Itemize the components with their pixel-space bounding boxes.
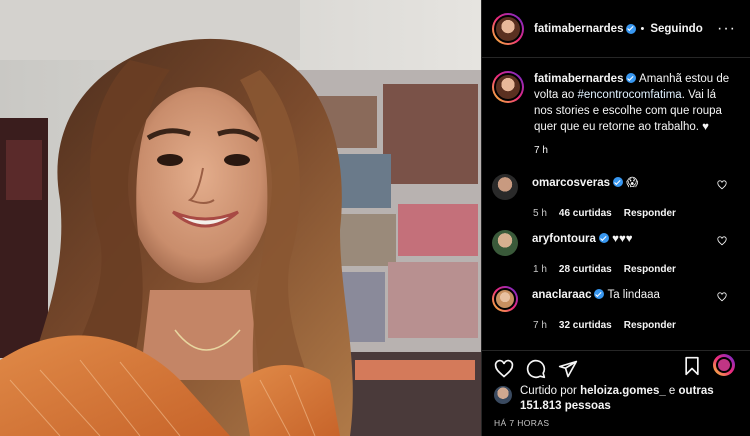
comment-meta: 1 h 28 curtidas Responder xyxy=(533,264,750,275)
likes-summary: Curtido por heloiza.gomes_ e outras 151.… xyxy=(482,384,750,414)
more-options-icon[interactable]: ··· xyxy=(717,20,736,38)
comment-meta: 5 h 46 curtidas Responder xyxy=(533,208,750,219)
likes-text: Curtido por heloiza.gomes_ e outras 151.… xyxy=(520,384,720,414)
comment-item: anaclaraac Ta lindaaa 7 h 32 curtidas Re… xyxy=(482,286,750,331)
verified-badge-icon xyxy=(598,233,609,243)
comment-bubble-icon[interactable] xyxy=(526,359,546,379)
commenter-avatar[interactable] xyxy=(492,286,518,312)
commenter-avatar[interactable] xyxy=(492,230,518,256)
comment-text: omarcosveras 😱 xyxy=(532,174,638,200)
commenter-username[interactable]: anaclaraac xyxy=(532,289,591,301)
action-icons xyxy=(482,354,750,384)
comment-text: aryfontoura ♥♥♥ xyxy=(532,230,633,256)
comment-body: ♥♥♥ xyxy=(612,233,633,245)
hashtag-link[interactable]: #encontrocomfatima xyxy=(577,89,681,101)
following-button[interactable]: Seguindo xyxy=(650,23,702,35)
liker-avatar[interactable] xyxy=(494,386,512,404)
save-bookmark-icon[interactable] xyxy=(682,356,702,376)
comment-body: 😱 xyxy=(626,177,639,189)
reply-button[interactable]: Responder xyxy=(624,208,676,219)
comment-meta: 7 h 32 curtidas Responder xyxy=(533,320,750,331)
author-avatar[interactable] xyxy=(492,12,524,45)
verified-badge-icon xyxy=(594,289,605,299)
verified-badge-icon xyxy=(613,177,623,187)
comment-time[interactable]: 1 h xyxy=(533,264,547,275)
post-timestamp[interactable]: HÁ 7 HORAS xyxy=(494,418,550,428)
like-heart-icon[interactable] xyxy=(494,359,514,379)
commenter-username[interactable]: aryfontoura xyxy=(532,233,596,245)
post-photo[interactable] xyxy=(0,0,481,436)
like-comment-heart-icon[interactable] xyxy=(717,292,727,302)
comment-likes[interactable]: 32 curtidas xyxy=(559,320,612,331)
verified-badge-icon xyxy=(626,23,637,34)
selfie-image xyxy=(0,0,481,436)
comment-time[interactable]: 5 h xyxy=(533,208,547,219)
author-username[interactable]: fatimabernardes xyxy=(534,23,623,35)
comment-text: anaclaraac Ta lindaaa xyxy=(532,286,660,312)
commenter-username[interactable]: omarcosveras xyxy=(532,177,610,189)
caption-time[interactable]: 7 h xyxy=(534,145,750,156)
separator-dot: • xyxy=(640,22,645,35)
post-header: fatimabernardes • Seguindo ··· xyxy=(482,0,750,58)
reply-button[interactable]: Responder xyxy=(624,320,676,331)
liker-username[interactable]: heloiza.gomes_ xyxy=(580,385,666,397)
verified-badge-icon xyxy=(626,73,637,83)
caption: fatimabernardes Amanhã estou de volta ao… xyxy=(482,58,750,135)
comment-item: omarcosveras 😱 5 h 46 curtidas Responder xyxy=(482,174,750,219)
comment-time[interactable]: 7 h xyxy=(533,320,547,331)
instagram-post: fatimabernardes • Seguindo ··· fatimaber… xyxy=(0,0,750,436)
comment-item: aryfontoura ♥♥♥ 1 h 28 curtidas Responde… xyxy=(482,230,750,275)
caption-text: fatimabernardes Amanhã estou de volta ao… xyxy=(534,71,734,135)
story-ring-icon[interactable] xyxy=(713,354,735,376)
comment-likes[interactable]: 28 curtidas xyxy=(559,264,612,275)
share-paper-plane-icon[interactable] xyxy=(558,359,578,379)
like-comment-heart-icon[interactable] xyxy=(717,236,727,246)
caption-username[interactable]: fatimabernardes xyxy=(534,73,623,85)
comment-likes[interactable]: 46 curtidas xyxy=(559,208,612,219)
comments-section: fatimabernardes Amanhã estou de volta ao… xyxy=(482,58,750,350)
post-actions: Curtido por heloiza.gomes_ e outras 151.… xyxy=(482,350,750,436)
commenter-avatar[interactable] xyxy=(492,174,518,200)
comment-body: Ta lindaaa xyxy=(607,289,660,301)
likes-middle: e xyxy=(665,385,679,397)
reply-button[interactable]: Responder xyxy=(624,264,676,275)
caption-avatar[interactable] xyxy=(492,71,524,103)
post-sidebar: fatimabernardes • Seguindo ··· fatimaber… xyxy=(481,0,750,436)
likes-prefix: Curtido por xyxy=(520,385,581,397)
like-comment-heart-icon[interactable] xyxy=(717,180,727,190)
